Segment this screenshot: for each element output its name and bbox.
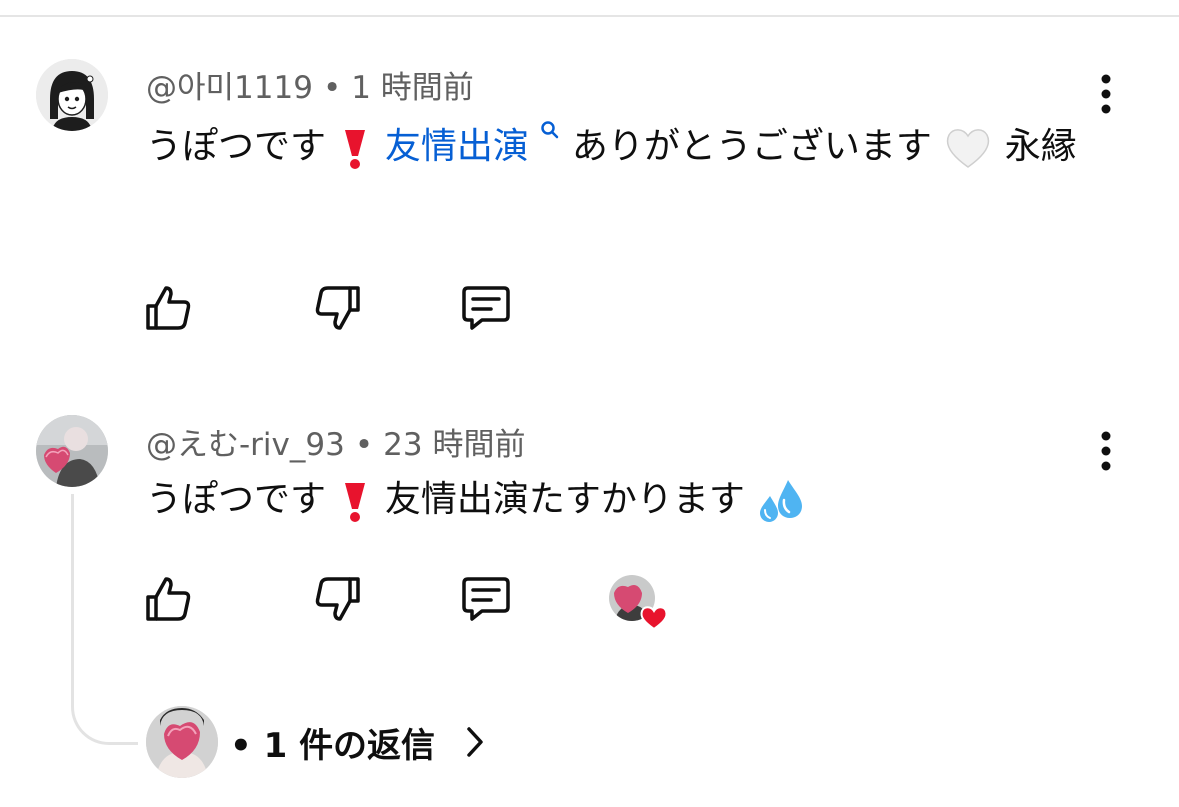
comment-author[interactable]: @えむ-riv_93 xyxy=(146,427,345,463)
comment-text: うぽつです 友情出演 ありがとうございます 永縁 xyxy=(146,116,1096,178)
comment-text-part: 友情出演たすかります xyxy=(384,479,745,520)
chevron-right-icon[interactable] xyxy=(460,724,490,760)
dislike-button[interactable] xyxy=(310,571,366,627)
meta-separator: • xyxy=(354,427,374,463)
hashtag-search-link[interactable]: 友情出演 xyxy=(385,126,529,167)
red-exclamation-emoji xyxy=(345,483,366,522)
replies-count-label[interactable]: • 1 件の返信 xyxy=(230,718,435,767)
creator-heart-icon xyxy=(609,575,668,631)
white-heart-emoji xyxy=(947,129,990,168)
like-button[interactable] xyxy=(140,571,196,627)
comment-text-part: 永縁 xyxy=(1004,126,1077,167)
comment-menu-button[interactable] xyxy=(1088,70,1124,118)
reply-author-avatar xyxy=(146,706,218,778)
comment-menu-button[interactable] xyxy=(1088,427,1124,475)
comment-text-part: うぽつです xyxy=(146,479,327,520)
meta-separator: • xyxy=(322,70,342,106)
reply-button[interactable] xyxy=(458,280,514,336)
reply-icon xyxy=(462,577,510,621)
comment-text-part: ありがとうございます xyxy=(571,126,932,167)
comment-time[interactable]: 1 時間前 xyxy=(351,70,474,106)
like-icon xyxy=(146,577,191,621)
more-vertical-icon xyxy=(1101,74,1111,114)
more-vertical-icon xyxy=(1101,431,1111,471)
reply-icon xyxy=(462,286,510,330)
like-button[interactable] xyxy=(140,280,196,336)
comment-time[interactable]: 23 時間前 xyxy=(383,427,525,463)
comment-meta: @えむ-riv_93 • 23 時間前 xyxy=(146,419,525,464)
like-icon xyxy=(146,286,191,330)
reply-thread-line xyxy=(71,494,138,745)
comment-author[interactable]: @아미1119 xyxy=(146,70,313,106)
dislike-icon xyxy=(315,577,360,621)
search-icon[interactable] xyxy=(540,120,560,150)
reply-button[interactable] xyxy=(458,571,514,627)
sweat-droplets-emoji xyxy=(760,480,803,522)
comment-text: うぽつです 友情出演たすかります xyxy=(146,469,1096,531)
top-divider xyxy=(0,15,1179,17)
avatar[interactable] xyxy=(36,415,108,487)
red-exclamation-emoji xyxy=(345,130,366,169)
dislike-icon xyxy=(315,286,360,330)
comment-text-part: うぽつです xyxy=(146,126,327,167)
comment-meta: @아미1119 • 1 時間前 xyxy=(146,62,474,107)
dislike-button[interactable] xyxy=(310,280,366,336)
avatar[interactable] xyxy=(36,59,108,131)
creator-heart-badge xyxy=(608,573,672,633)
